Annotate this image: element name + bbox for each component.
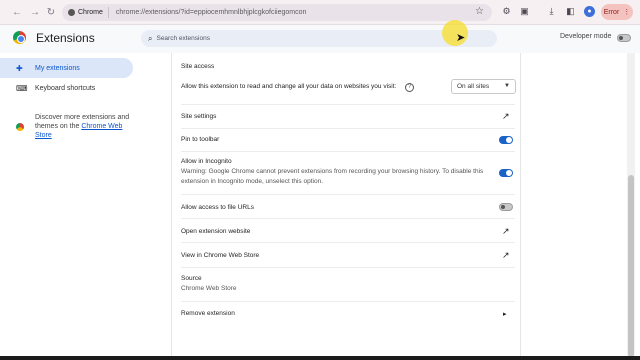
page-header: Extensions ⌕ Search extensions Developer… (0, 25, 640, 53)
source-title: Source (181, 275, 202, 282)
site-access-value: On all sites (457, 83, 490, 90)
source-row: Source Chrome Web Store (181, 267, 515, 301)
scrollbar-thumb[interactable] (628, 175, 634, 357)
developer-mode-label: Developer mode (560, 33, 612, 40)
open-external-icon[interactable]: ↗ (502, 250, 510, 261)
incognito-title: Allow in Incognito (181, 158, 232, 165)
reload-icon[interactable]: ↻ (44, 5, 58, 19)
extension-details-card: Site access Allow this extension to read… (171, 53, 521, 360)
forward-icon[interactable]: → (28, 5, 42, 19)
chrome-logo-icon (13, 31, 26, 44)
bottom-strip (0, 356, 640, 360)
error-button[interactable]: Error ⋮ (601, 4, 633, 20)
source-value: Chrome Web Store (181, 285, 237, 292)
chevron-down-icon: ▼ (504, 83, 510, 89)
error-label: Error (603, 8, 620, 16)
pin-to-toolbar-label: Pin to toolbar (181, 136, 220, 143)
incognito-toggle[interactable] (499, 169, 513, 177)
url-text[interactable]: chrome://extensions/?id=eppiocemhmnlbhjp… (109, 9, 306, 16)
sidebar-item-my-extensions[interactable]: ✚ My extensions (0, 58, 133, 78)
sidebar: ✚ My extensions ⌨ Keyboard shortcuts Dis… (0, 53, 170, 360)
chevron-right-icon: ▸ (503, 311, 507, 318)
developer-mode-toggle[interactable] (617, 34, 631, 42)
sidebar-item-label: Keyboard shortcuts (35, 84, 96, 92)
remove-extension-label: Remove extension (181, 310, 235, 317)
back-icon[interactable]: ← (10, 5, 24, 19)
remove-extension-row[interactable]: Remove extension ▸ (181, 301, 515, 325)
open-website-row[interactable]: Open extension website ↗ (181, 218, 515, 242)
view-store-row[interactable]: View in Chrome Web Store ↗ (181, 242, 515, 267)
site-settings-row[interactable]: Site settings ↗ (181, 104, 515, 128)
bookmark-star-icon[interactable]: ☆ (475, 6, 484, 17)
site-access-dropdown[interactable]: On all sites ▼ (451, 79, 516, 94)
file-urls-toggle[interactable] (499, 203, 513, 211)
search-placeholder: Search extensions (156, 35, 210, 42)
incognito-row: Allow in Incognito Warning: Google Chrom… (181, 151, 515, 194)
chip-label: Chrome (78, 9, 103, 16)
profile-icon[interactable]: ● (584, 6, 595, 17)
incognito-warning: Warning: Google Chrome cannot prevent ex… (181, 168, 484, 185)
web-store-promo: Discover more extensions and themes on t… (35, 113, 130, 140)
view-store-label: View in Chrome Web Store (181, 252, 260, 259)
sidebar-item-label: My extensions (35, 64, 80, 72)
keyboard-icon: ⌨ (16, 83, 28, 93)
site-chip[interactable]: Chrome (62, 7, 109, 18)
puzzle-icon: ✚ (16, 63, 23, 73)
file-urls-row: Allow access to file URLs (181, 194, 515, 218)
puzzle-icon[interactable]: ▣ (519, 6, 530, 17)
chrome-icon (68, 9, 75, 16)
help-icon[interactable]: ? (405, 83, 414, 92)
mouse-cursor-icon: ➤ (456, 32, 466, 44)
kebab-icon: ⋮ (623, 9, 631, 16)
pin-to-toolbar-toggle[interactable] (499, 136, 513, 144)
page-title: Extensions (36, 31, 95, 45)
search-icon: ⌕ (148, 33, 153, 43)
site-access-title: Site access (181, 63, 215, 70)
open-external-icon[interactable]: ↗ (502, 111, 510, 122)
open-website-label: Open extension website (181, 228, 251, 235)
web-store-icon (16, 123, 24, 131)
pin-to-toolbar-row: Pin to toolbar (181, 128, 515, 151)
file-urls-label: Allow access to file URLs (181, 204, 254, 211)
side-panel-icon[interactable]: ◧ (565, 6, 576, 17)
address-bar[interactable]: Chrome chrome://extensions/?id=eppiocemh… (62, 4, 492, 21)
open-external-icon[interactable]: ↗ (502, 226, 510, 237)
download-icon[interactable]: ⤓ (546, 6, 557, 17)
extension-icon[interactable]: ⚙ (501, 6, 512, 17)
sidebar-item-keyboard-shortcuts[interactable]: ⌨ Keyboard shortcuts (0, 78, 133, 98)
browser-toolbar: ← → ↻ Chrome chrome://extensions/?id=epp… (0, 0, 640, 25)
site-settings-label: Site settings (181, 113, 217, 120)
